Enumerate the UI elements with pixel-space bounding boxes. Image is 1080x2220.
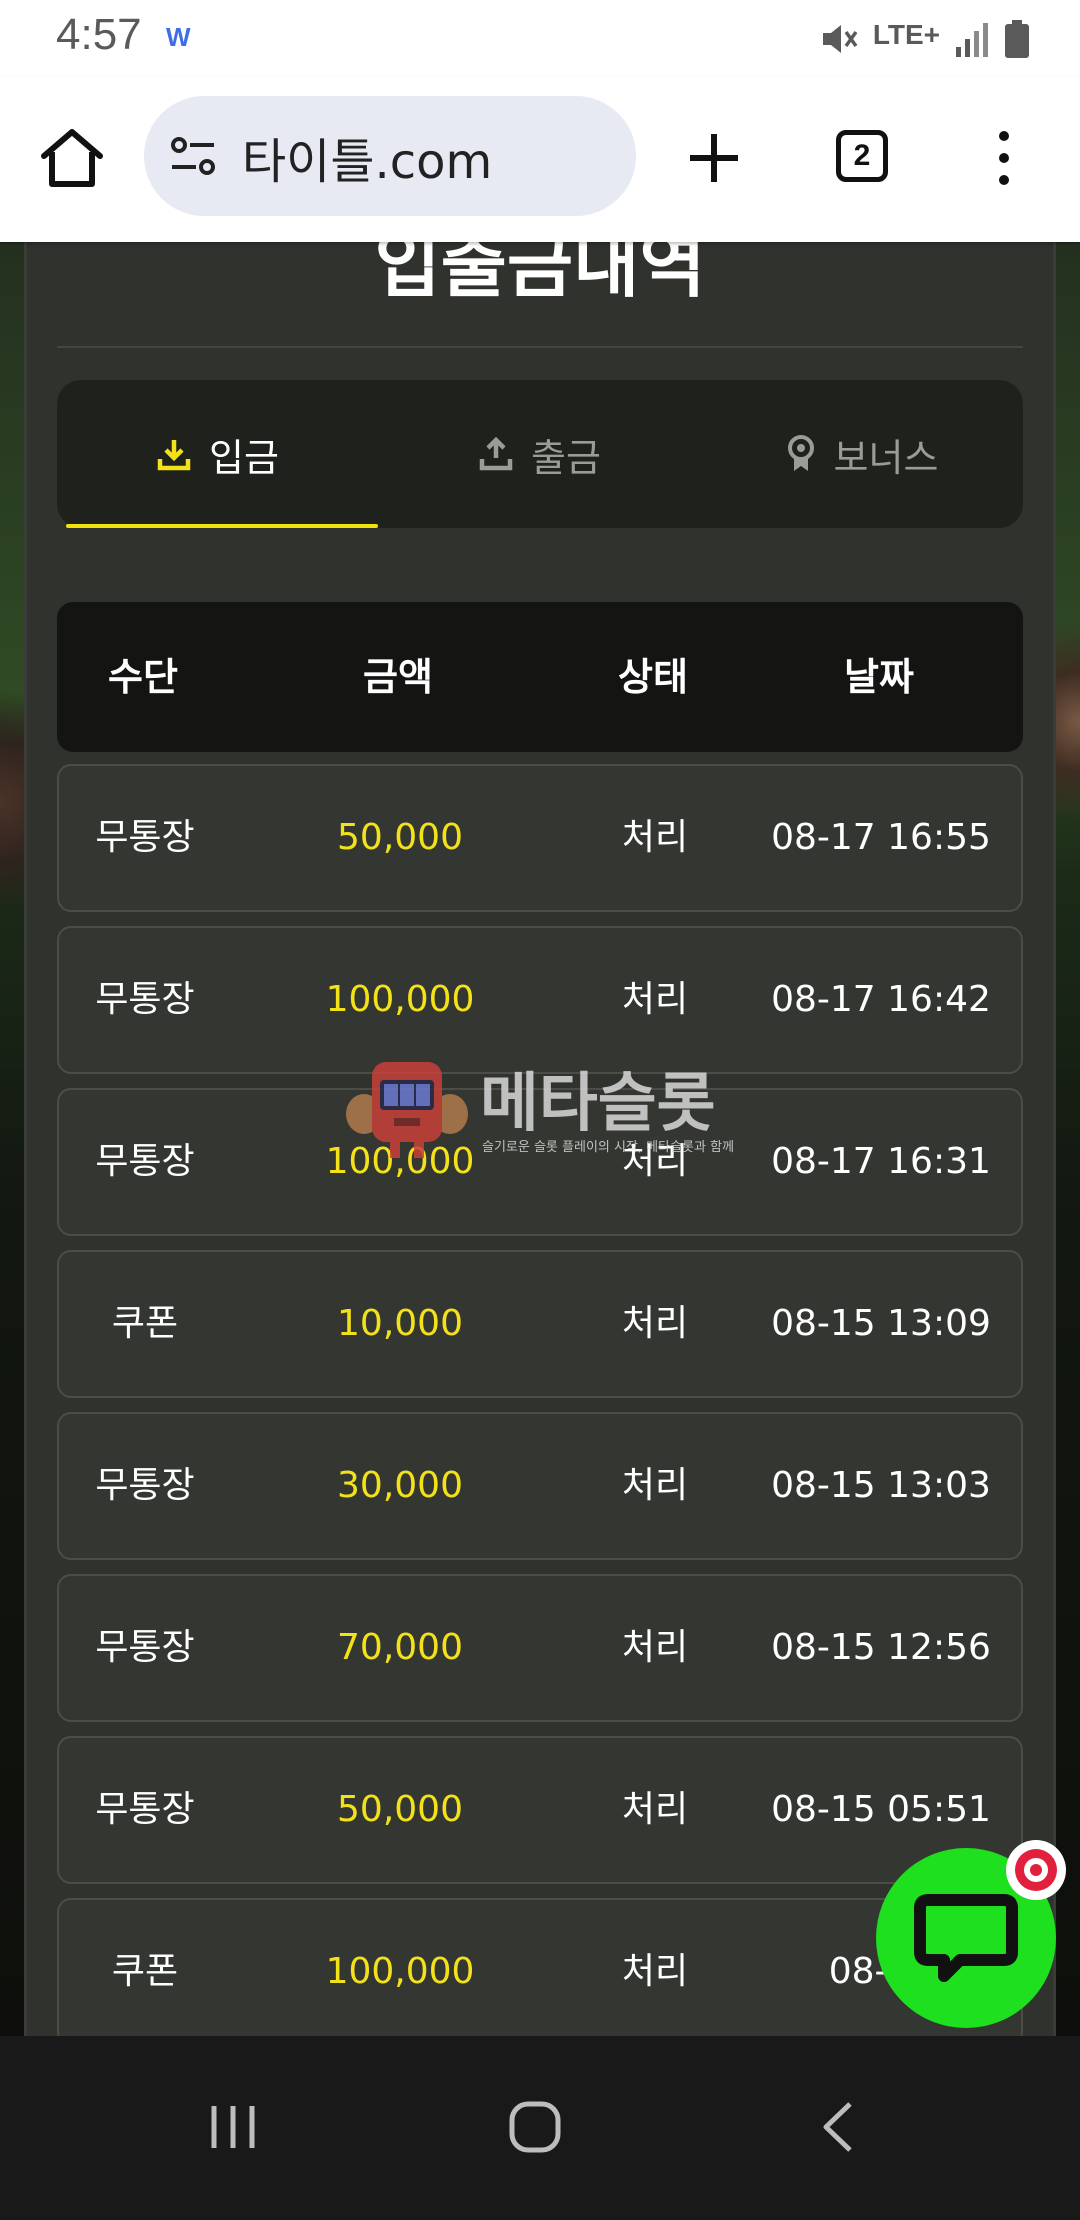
cell-date: 08-15 13:09 <box>771 1303 991 1344</box>
new-tab-icon[interactable] <box>688 132 740 184</box>
network-type: LTE+ <box>872 19 940 50</box>
table-row: 무통장 50,000 처리 08-17 16:55 <box>57 764 1023 912</box>
slot-machine-logo <box>346 1062 468 1158</box>
watermark-text: 메타슬롯 <box>480 1067 716 1141</box>
back-icon[interactable] <box>818 2100 858 2154</box>
app-notification-icon: W <box>166 22 191 52</box>
system-nav-bar <box>0 2036 1080 2220</box>
table-header: 수단 금액 상태 날짜 <box>57 602 1023 752</box>
column-header-date: 날짜 <box>844 655 914 699</box>
award-icon <box>787 435 814 471</box>
status-time: 4:57 <box>56 10 142 59</box>
site-settings-icon[interactable] <box>170 132 218 180</box>
mute-icon <box>822 25 858 53</box>
watermark-subtext: 슬기로운 슬롯 플레이의 시작, 메타슬롯과 함께 <box>482 1140 735 1155</box>
tab-bonus[interactable]: 보너스 <box>701 380 1023 528</box>
table-row: 무통장 30,000 처리 08-15 13:03 <box>57 1412 1023 1560</box>
tab-deposit[interactable]: 입금 <box>57 380 379 528</box>
home-nav-icon[interactable] <box>508 2100 562 2154</box>
recent-apps-icon[interactable] <box>208 2102 258 2152</box>
battery-icon <box>1005 20 1029 58</box>
signal-icon <box>956 23 988 57</box>
home-icon[interactable] <box>38 124 106 192</box>
tab-switcher-button[interactable]: 2 <box>836 130 888 182</box>
notification-badge <box>1006 1840 1066 1900</box>
cell-date: 08-17 16:42 <box>771 979 991 1020</box>
status-bar: 4:57 W LTE+ <box>0 0 1080 76</box>
cell-date: 08-17 16:55 <box>771 817 991 858</box>
record-icon <box>1015 1849 1057 1891</box>
url-text[interactable]: 타이틀.com <box>242 122 492 192</box>
address-bar[interactable]: 타이틀.com <box>144 96 636 216</box>
cell-date: 08-15 12:56 <box>771 1627 991 1668</box>
cell-date: 08-17 16:31 <box>771 1141 991 1182</box>
upload-icon <box>479 437 513 471</box>
tab-withdraw-label: 출금 <box>531 435 601 480</box>
column-header-method: 수단 <box>108 655 178 699</box>
divider <box>57 346 1023 348</box>
active-tab-indicator <box>66 524 378 528</box>
tab-deposit-label: 입금 <box>209 435 279 480</box>
column-header-status: 상태 <box>618 655 688 699</box>
more-menu-icon[interactable] <box>992 130 1016 186</box>
table-row: 쿠폰 10,000 처리 08-15 13:09 <box>57 1250 1023 1398</box>
table-row: 무통장 70,000 처리 08-15 12:56 <box>57 1574 1023 1722</box>
tab-withdraw[interactable]: 출금 <box>379 380 701 528</box>
tab-bar: 입금 출금 보너스 <box>57 380 1023 528</box>
watermark: 메타슬롯 슬기로운 슬롯 플레이의 시작, 메타슬롯과 함께 <box>344 1052 744 1162</box>
tab-bonus-label: 보너스 <box>833 435 939 480</box>
cell-date: 08-15 13:03 <box>771 1465 991 1506</box>
column-header-amount: 금액 <box>363 655 433 699</box>
download-icon <box>157 440 191 471</box>
browser-toolbar: 타이틀.com 2 <box>0 76 1080 242</box>
